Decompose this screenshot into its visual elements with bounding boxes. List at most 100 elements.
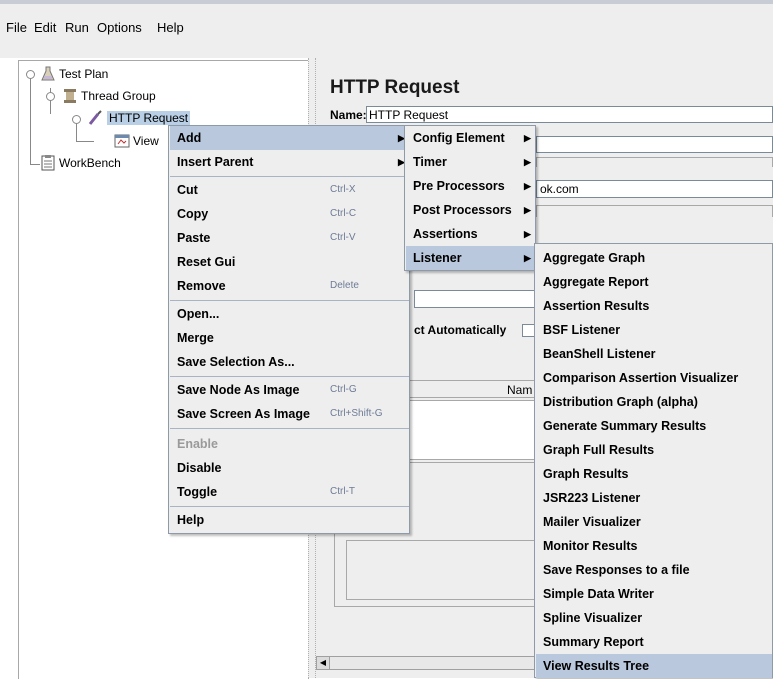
http-request-group xyxy=(536,205,773,217)
menu-item-cut[interactable]: Cut Ctrl-X xyxy=(170,178,409,202)
listener-item-graph-results[interactable]: Graph Results xyxy=(536,462,772,486)
tree-node-thread-group[interactable]: Thread Group xyxy=(62,88,156,104)
listener-item-comparison-assertion-visualizer[interactable]: Comparison Assertion Visualizer xyxy=(536,366,772,390)
listener-item-aggregate-report[interactable]: Aggregate Report xyxy=(536,270,772,294)
listener-item-summary-report[interactable]: Summary Report xyxy=(536,630,772,654)
menu-item-label: Comparison Assertion Visualizer xyxy=(543,371,739,385)
menu-bar: File Edit Run Options Help xyxy=(0,4,773,44)
listener-item-mailer-visualizer[interactable]: Mailer Visualizer xyxy=(536,510,772,534)
server-name-field[interactable]: ok.com xyxy=(536,180,773,198)
menu-item-enable[interactable]: Enable xyxy=(170,432,409,456)
listener-item-save-responses[interactable]: Save Responses to a file xyxy=(536,558,772,582)
menu-separator xyxy=(170,428,409,429)
listener-item-beanshell-listener[interactable]: BeanShell Listener xyxy=(536,342,772,366)
submenu-item-config-element[interactable]: Config Element ▶ xyxy=(406,126,535,150)
listener-item-generate-summary-results[interactable]: Generate Summary Results xyxy=(536,414,772,438)
scroll-left-icon[interactable]: ◀ xyxy=(317,657,330,669)
submenu-item-pre-processors[interactable]: Pre Processors ▶ xyxy=(406,174,535,198)
menu-item-save-selection-as[interactable]: Save Selection As... xyxy=(170,350,409,374)
menu-item-label: BSF Listener xyxy=(543,323,621,337)
menu-item-save-screen-as-image[interactable]: Save Screen As Image Ctrl+Shift-G xyxy=(170,402,409,426)
menu-item-label: Help xyxy=(177,513,205,527)
menu-item-label: Add xyxy=(177,131,202,145)
toolbar-area xyxy=(0,44,773,58)
menu-file[interactable]: File xyxy=(6,20,27,35)
menu-options[interactable]: Options xyxy=(97,20,142,35)
menu-help[interactable]: Help xyxy=(157,20,184,35)
menu-item-save-node-as-image[interactable]: Save Node As Image Ctrl-G xyxy=(170,378,409,402)
path-field[interactable] xyxy=(414,290,536,308)
web-server-group xyxy=(536,157,773,167)
listener-item-assertion-results[interactable]: Assertion Results xyxy=(536,294,772,318)
menu-item-reset-gui[interactable]: Reset Gui xyxy=(170,250,409,274)
listener-item-jsr223-listener[interactable]: JSR223 Listener xyxy=(536,486,772,510)
listener-item-graph-full-results[interactable]: Graph Full Results xyxy=(536,438,772,462)
expand-toggle-thread-group[interactable] xyxy=(46,92,55,101)
menu-item-open[interactable]: Open... xyxy=(170,302,409,326)
tree-node-view-results[interactable]: View xyxy=(114,133,159,149)
listener-item-simple-data-writer[interactable]: Simple Data Writer xyxy=(536,582,772,606)
menu-item-label: Disable xyxy=(177,461,222,475)
menu-item-shortcut: Delete xyxy=(330,280,359,291)
menu-item-copy[interactable]: Copy Ctrl-C xyxy=(170,202,409,226)
name-label: Name: xyxy=(330,108,367,122)
menu-item-label: Reset Gui xyxy=(177,255,236,269)
listener-item-distribution-graph[interactable]: Distribution Graph (alpha) xyxy=(536,390,772,414)
menu-item-insert-parent[interactable]: Insert Parent ▶ xyxy=(170,150,409,174)
menu-item-label: Generate Summary Results xyxy=(543,419,707,433)
submenu-item-listener[interactable]: Listener ▶ xyxy=(406,246,535,270)
menu-item-toggle[interactable]: Toggle Ctrl-T xyxy=(170,480,409,504)
menu-edit[interactable]: Edit xyxy=(34,20,56,35)
menu-item-label: Assertion Results xyxy=(543,299,650,313)
tree-node-http-request[interactable]: HTTP Request xyxy=(88,110,191,126)
menu-item-label: Open... xyxy=(177,307,220,321)
comments-field[interactable] xyxy=(536,136,773,153)
menu-item-shortcut: Ctrl-G xyxy=(330,384,357,395)
submenu-arrow-icon: ▶ xyxy=(524,133,531,143)
page-title: HTTP Request xyxy=(330,77,460,98)
submenu-item-post-processors[interactable]: Post Processors ▶ xyxy=(406,198,535,222)
tree-node-label: Test Plan xyxy=(59,67,109,81)
tree-line xyxy=(30,75,31,165)
menu-item-help[interactable]: Help xyxy=(170,508,409,532)
menu-item-paste[interactable]: Paste Ctrl-V xyxy=(170,226,409,250)
menu-separator xyxy=(170,376,409,377)
menu-separator xyxy=(170,506,409,507)
tree-node-workbench[interactable]: WorkBench xyxy=(40,155,121,171)
menu-item-shortcut: Ctrl-X xyxy=(330,184,356,195)
menu-item-label: Cut xyxy=(177,183,198,197)
horizontal-scrollbar[interactable]: ◀ xyxy=(316,656,536,670)
results-window-icon xyxy=(114,133,130,149)
menu-item-remove[interactable]: Remove Delete xyxy=(170,274,409,298)
listener-item-aggregate-graph[interactable]: Aggregate Graph xyxy=(536,246,772,270)
menu-item-label: Listener xyxy=(413,251,462,265)
add-submenu: Config Element ▶ Timer ▶ Pre Processors … xyxy=(404,125,536,271)
name-column-header: Nam xyxy=(507,383,533,397)
menu-item-label: Graph Full Results xyxy=(543,443,655,457)
name-field[interactable] xyxy=(366,106,773,123)
menu-item-shortcut: Ctrl-V xyxy=(330,232,356,243)
menu-item-label: Distribution Graph (alpha) xyxy=(543,395,698,409)
menu-item-merge[interactable]: Merge xyxy=(170,326,409,350)
menu-item-label: Spline Visualizer xyxy=(543,611,643,625)
menu-run[interactable]: Run xyxy=(65,20,89,35)
submenu-item-timer[interactable]: Timer ▶ xyxy=(406,150,535,174)
menu-item-disable[interactable]: Disable xyxy=(170,456,409,480)
menu-item-label: Save Node As Image xyxy=(177,383,300,397)
menu-item-label: Graph Results xyxy=(543,467,629,481)
listener-item-view-results-tree[interactable]: View Results Tree xyxy=(536,654,772,678)
listener-item-monitor-results[interactable]: Monitor Results xyxy=(536,534,772,558)
tree-node-label: HTTP Request xyxy=(107,111,191,125)
tree-node-label: View xyxy=(133,134,159,148)
tree-node-test-plan[interactable]: Test Plan xyxy=(40,66,108,82)
submenu-item-assertions[interactable]: Assertions ▶ xyxy=(406,222,535,246)
tree-node-label: WorkBench xyxy=(59,156,121,170)
submenu-arrow-icon: ▶ xyxy=(524,181,531,191)
listener-item-bsf-listener[interactable]: BSF Listener xyxy=(536,318,772,342)
redirect-label: ct Automatically xyxy=(414,323,507,337)
menu-item-add[interactable]: Add ▶ xyxy=(170,126,409,150)
expand-toggle-http-request[interactable] xyxy=(72,115,81,124)
tree-node-label: Thread Group xyxy=(81,89,156,103)
listener-item-spline-visualizer[interactable]: Spline Visualizer xyxy=(536,606,772,630)
expand-toggle-test-plan[interactable] xyxy=(26,70,35,79)
